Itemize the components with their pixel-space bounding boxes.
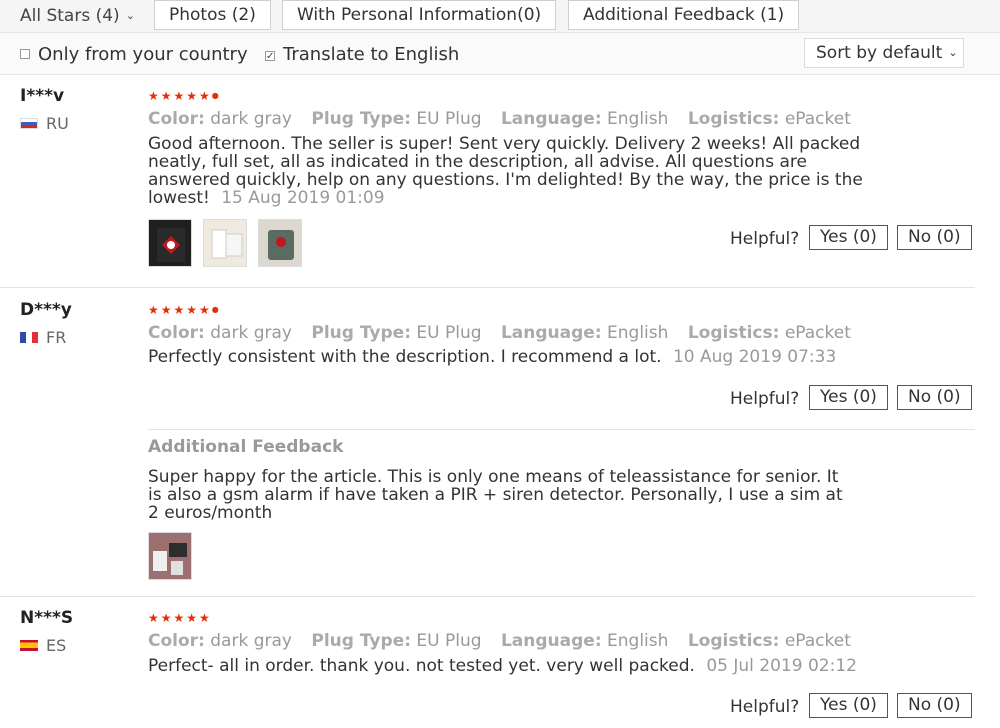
review-attributes: Color: dark gray Plug Type: EU Plug Lang… xyxy=(148,631,865,651)
attr-value: ePacket xyxy=(784,323,851,343)
review-username[interactable]: D***y xyxy=(20,300,72,320)
personal-info-filter-button[interactable]: With Personal Information(0) xyxy=(282,0,557,30)
review-body: Perfectly consistent with the descriptio… xyxy=(148,347,662,367)
review-photo-thumbnail[interactable] xyxy=(148,532,192,580)
helpful-yes-button[interactable]: Yes (0) xyxy=(809,693,888,718)
attr-label: Language: xyxy=(500,109,602,129)
review-country: RU xyxy=(20,114,69,133)
helpful-yes-button[interactable]: Yes (0) xyxy=(809,385,888,410)
attr-label: Logistics: xyxy=(687,323,780,343)
helpful-label: Helpful? xyxy=(730,229,800,249)
star-rating: ★★★★★● xyxy=(148,303,219,317)
helpful-no-button[interactable]: No (0) xyxy=(897,693,972,718)
attr-label: Logistics: xyxy=(687,109,780,129)
attr-label: Plug Type: xyxy=(311,109,412,129)
sort-label: Sort by default xyxy=(816,43,943,63)
flag-icon xyxy=(20,332,38,343)
review-username[interactable]: N***S xyxy=(20,608,73,628)
attr-value: dark gray xyxy=(210,631,292,651)
attr-value: dark gray xyxy=(210,323,292,343)
chevron-down-icon: ⌄ xyxy=(125,9,135,22)
attr-value: ePacket xyxy=(784,109,851,129)
review-attributes: Color: dark gray Plug Type: EU Plug Lang… xyxy=(148,109,865,129)
attr-value: dark gray xyxy=(210,109,292,129)
photos-filter-button[interactable]: Photos (2) xyxy=(154,0,271,30)
additional-feedback-divider xyxy=(148,429,975,430)
review-country: FR xyxy=(20,328,66,347)
helpful-yes-button[interactable]: Yes (0) xyxy=(809,225,888,250)
checkbox-checked-icon: ✓ xyxy=(265,51,275,62)
review-text: Perfect- all in order. thank you. not te… xyxy=(148,657,908,675)
attr-value: EU Plug xyxy=(416,109,482,129)
review-country: ES xyxy=(20,636,66,655)
review-text: Good afternoon. The seller is super! Sen… xyxy=(148,135,868,207)
review-photo-thumbnail[interactable] xyxy=(148,219,192,267)
chevron-down-icon: ⌄ xyxy=(948,46,958,59)
attr-label: Plug Type: xyxy=(311,631,412,651)
star-rating: ★★★★★● xyxy=(148,89,219,103)
sort-dropdown[interactable]: Sort by default ⌄ xyxy=(804,38,964,68)
review-username[interactable]: I***v xyxy=(20,86,64,106)
review-divider xyxy=(0,596,975,597)
translate-label: Translate to English xyxy=(283,44,460,65)
attr-label: Plug Type: xyxy=(311,323,412,343)
additional-feedback-filter-button[interactable]: Additional Feedback (1) xyxy=(568,0,800,30)
attr-value: ePacket xyxy=(784,631,851,651)
review-photo-thumbnail[interactable] xyxy=(203,219,247,267)
review-photo-thumbnail[interactable] xyxy=(258,219,302,267)
flag-icon xyxy=(20,118,38,129)
attr-label: Language: xyxy=(500,631,602,651)
country-code: FR xyxy=(46,328,67,347)
review-body: Perfect- all in order. thank you. not te… xyxy=(148,656,695,676)
additional-feedback-title: Additional Feedback xyxy=(148,437,344,457)
review-divider xyxy=(0,287,975,288)
star-rating: ★★★★★ xyxy=(148,611,212,625)
helpful-no-button[interactable]: No (0) xyxy=(897,385,972,410)
attr-label: Language: xyxy=(500,323,602,343)
attr-value: English xyxy=(607,109,669,129)
flag-icon xyxy=(20,640,38,651)
review-date: 15 Aug 2019 01:09 xyxy=(221,188,385,208)
only-country-checkbox[interactable]: Only from your country xyxy=(20,44,248,65)
review-date: 10 Aug 2019 07:33 xyxy=(672,347,837,367)
only-country-label: Only from your country xyxy=(38,44,248,65)
attr-label: Color: xyxy=(148,109,205,129)
attr-value: EU Plug xyxy=(416,631,482,651)
star-filter-dropdown[interactable]: All Stars (4) ⌄ xyxy=(20,6,135,26)
attr-label: Color: xyxy=(148,323,205,343)
attr-value: English xyxy=(607,323,669,343)
country-code: RU xyxy=(46,114,69,133)
attr-value: English xyxy=(607,631,669,651)
helpful-label: Helpful? xyxy=(730,697,800,717)
helpful-label: Helpful? xyxy=(730,389,800,409)
attr-label: Logistics: xyxy=(687,631,780,651)
attr-label: Color: xyxy=(148,631,205,651)
translate-checkbox[interactable]: ✓ Translate to English xyxy=(265,44,459,65)
star-filter-label: All Stars (4) xyxy=(20,6,120,26)
additional-feedback-text: Super happy for the article. This is onl… xyxy=(148,467,843,523)
country-code: ES xyxy=(46,636,67,655)
review-text: Perfectly consistent with the descriptio… xyxy=(148,348,908,366)
review-attributes: Color: dark gray Plug Type: EU Plug Lang… xyxy=(148,323,865,343)
helpful-no-button[interactable]: No (0) xyxy=(897,225,972,250)
attr-value: EU Plug xyxy=(416,323,482,343)
review-date: 05 Jul 2019 02:12 xyxy=(706,656,857,676)
checkbox-icon xyxy=(20,49,30,59)
